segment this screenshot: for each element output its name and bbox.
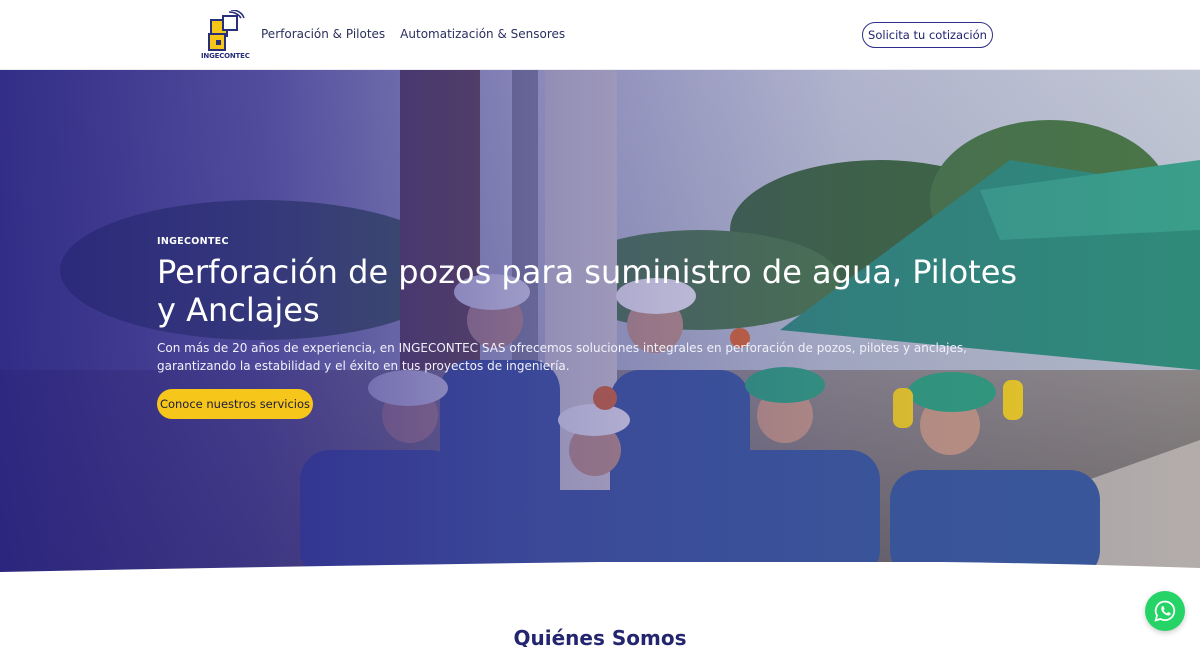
- nav-item-perforacion[interactable]: Perforación & Pilotes: [261, 27, 385, 41]
- hero-wave-divider: [0, 562, 1200, 580]
- services-button[interactable]: Conoce nuestros servicios: [157, 389, 313, 419]
- hero-title: Perforación de pozos para suministro de …: [157, 253, 1018, 329]
- about-section-title: Quiénes Somos: [513, 626, 687, 647]
- nav-item-automatizacion[interactable]: Automatización & Sensores: [400, 27, 565, 41]
- brand-name: INGECONTEC: [201, 52, 250, 60]
- quote-button[interactable]: Solicita tu cotización: [862, 22, 993, 48]
- hero-description: Con más de 20 años de experiencia, en IN…: [157, 341, 967, 373]
- whatsapp-button[interactable]: [1145, 591, 1185, 631]
- hero-eyebrow: INGECONTEC: [157, 236, 229, 247]
- site-header: INGECONTEC Perforación & Pilotes Automat…: [0, 0, 1200, 70]
- whatsapp-icon: [1154, 600, 1176, 622]
- main-nav: Perforación & Pilotes Automatización & S…: [261, 27, 565, 41]
- logo-mark-icon: [208, 9, 245, 51]
